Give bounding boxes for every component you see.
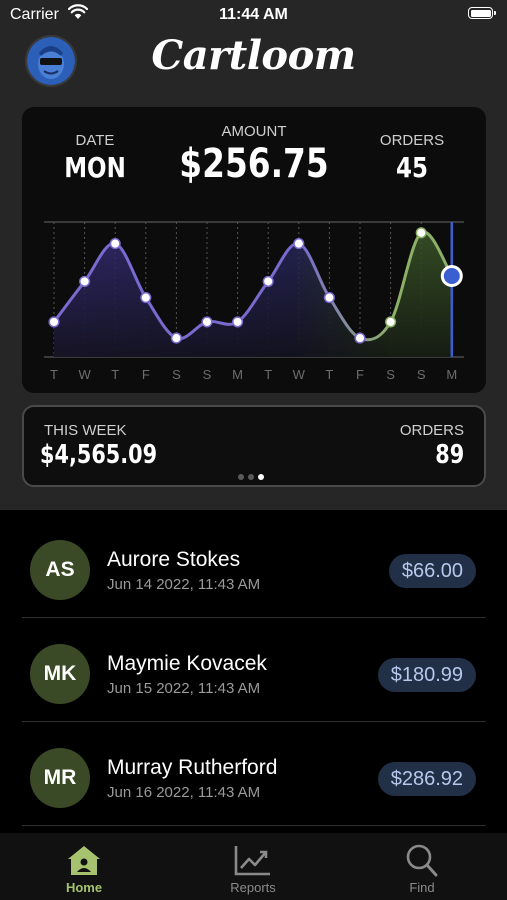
this-week-label: THIS WEEK [44,422,127,439]
x-axis-tick-label: T [325,367,333,382]
status-bar: Carrier 11:44 AM [0,0,507,30]
chart-point[interactable] [79,275,91,287]
week-orders-label: ORDERS [399,422,464,439]
x-axis-tick-label: F [142,367,150,382]
home-icon [68,846,100,875]
order-date: Jun 14 2022, 11:43 AM [107,576,261,593]
chart-icon [234,846,270,876]
order-amount-badge: $180.99 [377,658,476,692]
customer-initials-avatar: MK [30,644,90,704]
x-axis-tick-label: S [203,367,212,382]
row-divider [22,825,486,826]
chart-point[interactable] [140,292,152,304]
customer-initials-avatar: AS [30,540,90,600]
x-axis-tick-label: W [78,367,91,382]
customer-initials-avatar: MR [30,748,90,808]
tab-reports-label: Reports [230,880,276,895]
tab-find[interactable]: Find [362,833,482,895]
x-axis-tick-label: M [232,367,243,382]
x-axis-tick-label: T [264,367,272,382]
chart-point[interactable] [170,332,182,344]
x-axis-tick-label: F [356,367,364,382]
order-date: Jun 16 2022, 11:43 AM [107,784,261,801]
chart-point[interactable] [48,316,60,328]
order-row[interactable]: MR Murray Rutherford Jun 16 2022, 11:43 … [22,722,486,826]
this-week-value: $4,565.09 [40,440,158,470]
customer-name: Maymie Kovacek [107,652,267,675]
chart-point[interactable] [262,275,274,287]
tab-home-label: Home [65,880,103,895]
order-amount-badge: $286.92 [377,762,476,796]
sales-line-chart[interactable]: TWTFSSMTWTFSSM [22,107,486,393]
x-axis-tick-label: T [111,367,119,382]
search-icon [406,844,438,877]
customer-name: Aurore Stokes [107,548,241,571]
chart-point[interactable] [232,316,244,328]
chart-point[interactable] [109,238,121,250]
page-indicator[interactable] [238,467,268,485]
page-dot[interactable] [248,474,254,480]
tab-bar: Home Reports Find [0,833,507,900]
x-axis-tick-label: M [446,367,457,382]
chart-point[interactable] [293,238,305,250]
chart-point[interactable] [201,316,213,328]
sales-chart-card[interactable]: DATE MON AMOUNT $256.75 ORDERS 45 TWTFSS… [22,107,486,393]
tab-home[interactable]: Home [24,833,144,895]
x-axis-tick-label: S [386,367,395,382]
week-summary-card[interactable]: THIS WEEK $4,565.09 ORDERS 89 [22,405,486,487]
page-dot-active[interactable] [258,474,264,480]
chart-selected-point[interactable] [443,268,460,284]
clock: 11:44 AM [219,6,288,23]
x-axis-tick-label: T [50,367,58,382]
battery-icon [468,7,496,19]
page-dot[interactable] [238,474,244,480]
app-title: Cartloom [151,32,356,79]
chart-area-fade [54,231,452,357]
week-orders-value: 89 [435,440,464,470]
x-axis-tick-label: W [293,367,306,382]
x-axis-tick-label: S [417,367,426,382]
x-axis-tick-label: S [172,367,181,382]
order-row[interactable]: MK Maymie Kovacek Jun 15 2022, 11:43 AM … [22,618,486,722]
order-row[interactable]: AS Aurore Stokes Jun 14 2022, 11:43 AM $… [22,514,486,618]
order-date: Jun 15 2022, 11:43 AM [107,680,261,697]
chart-point[interactable] [385,316,397,328]
customer-name: Murray Rutherford [107,756,278,779]
chart-point[interactable] [323,292,335,304]
chart-point[interactable] [415,227,427,239]
chart-point[interactable] [354,332,366,344]
tab-find-label: Find [409,880,435,895]
order-amount-badge: $66.00 [388,554,476,588]
tab-reports[interactable]: Reports [193,833,313,895]
